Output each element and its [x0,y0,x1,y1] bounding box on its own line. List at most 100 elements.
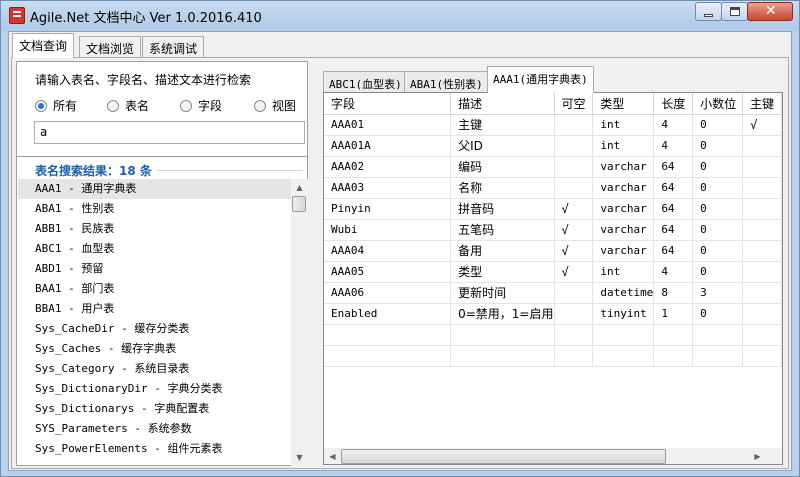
column-header[interactable]: 小数位 [692,93,744,115]
table-cell: √ [554,261,594,283]
radio-all[interactable]: 所有 [35,97,77,114]
table-row[interactable]: AAA05 类型 √ int 4 0 [324,261,782,283]
table-cell: 0 [692,135,744,157]
table-cell: varchar [592,219,655,241]
table-cell: varchar [592,198,655,220]
column-header[interactable]: 类型 [592,93,655,115]
radio-field[interactable]: 字段 [180,97,222,114]
table-row[interactable] [324,324,782,346]
maximize-button[interactable] [721,2,748,21]
list-item[interactable]: ABA1 - 性别表 [18,199,291,219]
table-cell: AAA05 [324,261,452,283]
table-row[interactable]: AAA01A 父ID int 4 0 [324,135,782,157]
table-cell [653,345,694,367]
radio-label: 视图 [272,99,297,113]
table-cell [742,177,782,199]
table-row[interactable]: Wubi 五笔码 √ varchar 64 0 [324,219,782,241]
doc-panel: ABC1(血型表) ABA1(性别表) AAA1(通用字典表) 字段 描述 可空 类型… [323,60,785,466]
minimize-button[interactable] [695,2,722,21]
table-row[interactable] [324,345,782,367]
table-cell: AAA03 [324,177,452,199]
table-cell [692,324,744,346]
tab-system-debug[interactable]: 系统调试 [142,36,205,58]
divider [17,156,307,157]
scroll-up-icon[interactable]: ▲ [291,179,308,196]
table-cell: 父ID [450,135,555,157]
column-header[interactable]: 描述 [450,93,555,115]
table-cell: 64 [653,156,694,178]
close-icon: ✕ [765,3,777,19]
column-header[interactable]: 长度 [653,93,694,115]
radio-view[interactable]: 视图 [254,97,296,114]
list-item[interactable]: Sys_CacheDir - 缓存分类表 [18,319,291,339]
title-bar[interactable]: Agile.Net 文档中心 Ver 1.0.2016.410 ✕ [1,1,799,31]
tab-abc1[interactable]: ABC1(血型表) [323,71,408,93]
scroll-corner [766,448,782,464]
result-title-line [157,170,303,171]
table-cell [324,345,452,367]
table-cell: tinyint [592,303,655,325]
table-cell [653,324,694,346]
table-row[interactable]: Pinyin 拼音码 √ varchar 64 0 [324,198,782,220]
radio-table-name[interactable]: 表名 [107,97,149,114]
scroll-thumb[interactable] [292,196,306,212]
table-cell: AAA04 [324,240,452,262]
table-cell: Pinyin [324,198,452,220]
radio-unchecked-icon [254,99,266,112]
table-row[interactable]: AAA02 编码 varchar 64 0 [324,156,782,178]
table-cell: 0 [692,114,744,136]
list-item[interactable]: SYS_Parameters - 系统参数 [18,419,291,439]
table-cell [450,345,555,367]
list-item[interactable]: Sys_Dictionarys - 字典配置表 [18,399,291,419]
column-header[interactable]: 字段 [324,93,452,115]
hscroll-thumb[interactable] [341,449,666,464]
table-cell: 0 [692,303,744,325]
result-list-scrollbar[interactable]: ▲ ▼ [291,179,308,466]
scroll-left-icon[interactable]: ◀ [324,448,341,464]
tab-doc-browse[interactable]: 文档浏览 [79,36,142,58]
table-row[interactable]: AAA04 备用 √ varchar 64 0 [324,240,782,262]
close-button[interactable]: ✕ [747,2,793,21]
table-cell [324,324,452,346]
table-row[interactable]: AAA06 更新时间 datetime 8 3 [324,282,782,304]
minimize-icon [704,14,713,17]
table-cell: 0 [692,156,744,178]
column-header[interactable]: 主键 [742,93,782,115]
tab-doc-query[interactable]: 文档查询 [12,33,75,58]
table-cell: int [592,135,655,157]
field-grid[interactable]: 字段 描述 可空 类型 长度 小数位 主键 AAA01 主键 int 4 0 √ AAA01A 父ID in… [323,92,783,465]
table-cell: 64 [653,177,694,199]
list-item[interactable]: Sys_Category - 系统目录表 [18,359,291,379]
tab-aaa1[interactable]: AAA1(通用字典表) [487,66,594,93]
scroll-right-icon[interactable]: ▶ [749,448,766,464]
list-item[interactable]: BBA1 - 用户表 [18,299,291,319]
search-input[interactable]: a [34,121,305,144]
grid-hscrollbar[interactable]: ◀ ▶ [324,448,766,464]
search-label: 请输入表名、字段名、描述文本进行检索 [35,73,252,87]
table-cell: 0 [692,240,744,262]
table-row[interactable]: AAA01 主键 int 4 0 √ [324,114,782,136]
table-row[interactable]: Enabled 0=禁用，1=启用 tinyint 1 0 [324,303,782,325]
result-title: 表名搜索结果：18 条 [35,164,152,178]
column-header[interactable]: 可空 [554,93,594,115]
tab-aba1[interactable]: ABA1(性别表) [404,71,489,93]
list-item[interactable]: Sys_PowerElements - 组件元素表 [18,439,291,459]
list-item[interactable]: ABB1 - 民族表 [18,219,291,239]
table-cell: √ [742,114,782,136]
list-item[interactable]: BAA1 - 部门表 [18,279,291,299]
list-item[interactable]: ABD1 - 预留 [18,259,291,279]
table-row[interactable]: AAA03 名称 varchar 64 0 [324,177,782,199]
list-item[interactable]: ABC1 - 血型表 [18,239,291,259]
table-cell: 0 [692,198,744,220]
table-cell: datetime [592,282,655,304]
radio-label: 所有 [53,99,78,113]
list-item[interactable]: Sys_Caches - 缓存字典表 [18,339,291,359]
list-item[interactable]: AAA1 - 通用字典表 [18,179,291,199]
table-cell [742,282,782,304]
scroll-down-icon[interactable]: ▼ [291,449,308,466]
table-cell [692,345,744,367]
list-item[interactable]: Sys_DictionaryDir - 字典分类表 [18,379,291,399]
resize-grip-icon[interactable]: ⋰ [788,465,798,475]
radio-label: 字段 [198,99,223,113]
table-result-list[interactable]: AAA1 - 通用字典表 ABA1 - 性别表 ABB1 - 民族表 ABC1 - 血… [18,179,291,463]
